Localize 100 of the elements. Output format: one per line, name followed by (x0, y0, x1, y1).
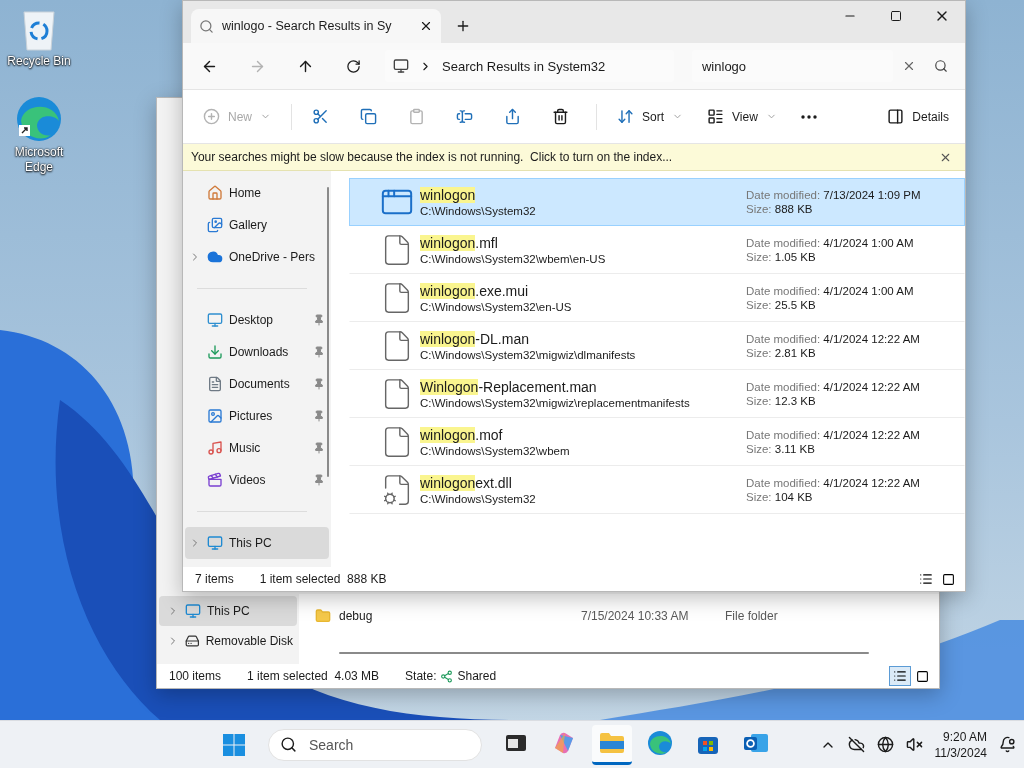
details-view-icon (893, 669, 907, 683)
notification-bell-icon[interactable] (999, 736, 1016, 753)
date-modified: Date modified: 4/1/2024 12:22 AM (746, 429, 921, 441)
file-path: C:\Windows\System32\migwiz\replacementmanifests (420, 397, 691, 409)
pin-icon (313, 474, 325, 486)
pin-icon (313, 346, 325, 358)
rename-icon (456, 108, 473, 125)
sort-button[interactable]: Sort (613, 100, 688, 133)
refresh-icon (345, 58, 361, 74)
search-result-row[interactable]: winlogon-DL.man C:\Windows\System32\migwiz\dlmanifests Date modified: 4/1/2024 12:22 AM Size: 2.81 KB (349, 322, 965, 370)
file-size: Size: 888 KB (746, 203, 814, 215)
pin-icon (313, 442, 325, 454)
tiles-view-icon (941, 572, 955, 586)
details-pane-icon (887, 108, 905, 125)
search-result-row[interactable]: winlogon C:\Windows\System32 Date modified: 7/13/2024 1:09 PM Size: 888 KB (349, 178, 965, 226)
muted-speaker-icon[interactable] (905, 736, 923, 753)
file-name: winlogon.mof (420, 427, 504, 443)
more-icon (800, 114, 817, 119)
file-path: C:\Windows\System32\wbem (420, 445, 571, 457)
file-name[interactable]: debug (339, 609, 373, 623)
details-button[interactable]: Details (883, 100, 953, 133)
item-count: 7 items (195, 572, 234, 586)
search-result-row[interactable]: winlogon.mfl C:\Windows\System32\wbem\en-US Date modified: 4/1/2024 1:00 AM Size: 1.05 KB (349, 226, 965, 274)
drive-icon (185, 633, 200, 649)
copy-icon (360, 108, 377, 125)
nav-item[interactable]: Documents (185, 368, 329, 400)
download-icon (207, 344, 223, 360)
file-size: Size: 12.3 KB (746, 395, 817, 407)
tiles-view-icon (915, 669, 929, 683)
music-icon (207, 440, 223, 456)
nav-item[interactable]: Downloads (185, 336, 329, 368)
item-count: 100 items (169, 669, 222, 683)
taskbar-search-field[interactable]: Search (268, 728, 482, 761)
state-value: Shared (457, 669, 497, 683)
file-size: Size: 3.11 KB (746, 443, 816, 455)
search-icon (934, 59, 948, 73)
details-view-icon (919, 572, 933, 586)
selection-info: 1 item selected 888 KB (259, 572, 387, 586)
document-icon (207, 376, 223, 392)
gallery-icon (207, 217, 223, 233)
selection-info: 1 item selected 4.03 MB (247, 669, 380, 683)
file-name: winlogon-DL.man (420, 331, 530, 347)
nav-item[interactable]: Music (185, 432, 329, 464)
file-type: File folder (725, 609, 778, 623)
file-path: C:\Windows\System32\en-US (420, 301, 573, 313)
nav-item[interactable]: This PC (185, 527, 329, 559)
search-icon (199, 18, 214, 34)
maximize-icon (890, 10, 902, 22)
shared-icon (440, 669, 454, 683)
nav-item[interactable]: Gallery (185, 209, 329, 241)
clock-date: 11/3/2024 (934, 744, 987, 761)
desktop-icon (207, 312, 223, 328)
search-result-row[interactable]: Winlogon-Replacement.man C:\Windows\System32\migwiz\replacementmanifests Date modified: 4/1/2024 12:22 AM Size: 12.3 KB (349, 370, 965, 418)
home-icon (207, 185, 223, 201)
cloud-off-icon[interactable] (847, 736, 865, 753)
search-result-row[interactable]: winlogon.mof C:\Windows\System32\wbem Date modified: 4/1/2024 12:22 AM Size: 3.11 KB (349, 418, 965, 466)
file-path: C:\Windows\System32 (420, 205, 537, 217)
file-name: Winlogon-Replacement.man (420, 379, 598, 395)
nav-item[interactable]: OneDrive - Pers (185, 241, 329, 273)
view-toggle[interactable] (889, 666, 911, 686)
delete-icon (552, 108, 569, 125)
nav-item[interactable]: Home (185, 177, 329, 209)
share-icon (504, 108, 521, 125)
outlook-logo-icon (743, 731, 769, 755)
nav-item[interactable]: Videos (185, 464, 329, 496)
view-icon (707, 108, 725, 125)
clock[interactable]: 9:20 AM 11/3/2024 (934, 728, 987, 761)
file-name: winlogon.exe.mui (420, 283, 530, 299)
video-icon (207, 472, 223, 488)
taskbar-app-button[interactable] (592, 724, 632, 765)
close-icon (419, 19, 433, 33)
view-button[interactable]: View (703, 100, 781, 133)
edge-logo-icon (15, 95, 63, 143)
date-modified: Date modified: 4/1/2024 12:22 AM (746, 477, 921, 489)
nav-item[interactable]: Removable Disk (159, 626, 297, 656)
date-modified: Date modified: 7/13/2024 1:09 PM (746, 189, 922, 201)
search-result-row[interactable]: winlogonext.dll C:\Windows\System32 Date modified: 4/1/2024 12:22 AM Size: 104 KB (349, 466, 965, 514)
window-tab[interactable]: winlogo - Search Results in Sy (191, 9, 441, 43)
file-size: Size: 104 KB (746, 491, 814, 503)
folder-icon (315, 608, 331, 624)
file-name: winlogonext.dll (420, 475, 513, 491)
cut-icon (312, 108, 329, 125)
nav-item[interactable]: Desktop (185, 304, 329, 336)
file-name: winlogon.mfl (420, 235, 499, 251)
search-result-row[interactable]: winlogon.exe.mui C:\Windows\System32\en-US Date modified: 4/1/2024 1:00 AM Size: 25.5 KB (349, 274, 965, 322)
nav-item[interactable]: This PC (159, 596, 297, 626)
edge-logo-icon (647, 730, 673, 756)
pin-icon (313, 314, 325, 326)
windows-logo-icon (223, 733, 245, 756)
nav-item[interactable]: Pictures (185, 400, 329, 432)
file-path: C:\Windows\System32\wbem\en-US (420, 253, 607, 265)
pin-icon (313, 378, 325, 390)
file-size: Size: 1.05 KB (746, 251, 817, 263)
clock-time: 9:20 AM (942, 728, 987, 745)
picture-icon (207, 408, 223, 424)
computer-icon (207, 535, 223, 551)
paste-icon (408, 108, 425, 125)
date-modified: Date modified: 4/1/2024 1:00 AM (746, 237, 915, 249)
state-label: State: (405, 669, 437, 683)
globe-icon[interactable] (876, 736, 894, 753)
